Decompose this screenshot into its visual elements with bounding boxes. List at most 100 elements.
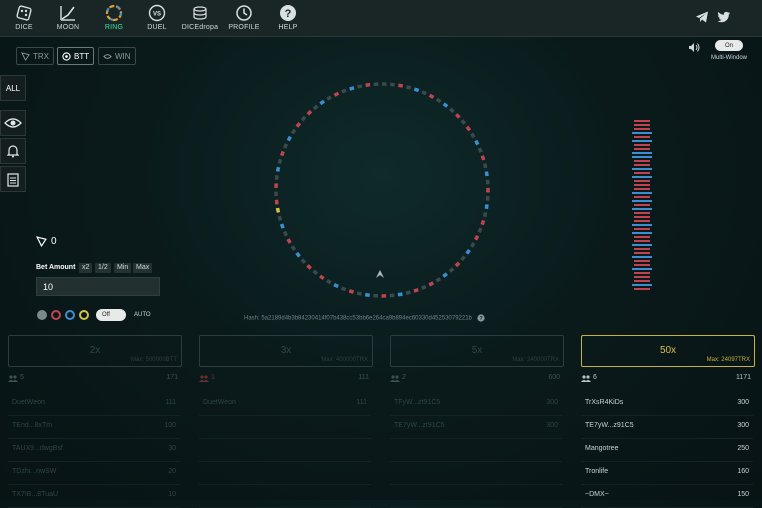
- player-name: TEnd...8xTm: [12, 422, 52, 429]
- ring-segment: [366, 85, 370, 86]
- ring-segment: [279, 216, 280, 220]
- nav-dicedropa[interactable]: DICEdropa: [178, 2, 222, 34]
- auto-toggle[interactable]: Off: [96, 309, 126, 321]
- list-item: DuetWeon111: [199, 393, 371, 416]
- currency-win[interactable]: WIN: [98, 47, 136, 65]
- list-item: TFyW...zt91C5300: [390, 393, 562, 416]
- list-item: [390, 462, 562, 485]
- nav-label: MOON: [46, 24, 90, 31]
- nav-dice[interactable]: DICE: [2, 2, 46, 34]
- ring-segment: [277, 175, 278, 179]
- ring-segment: [349, 291, 353, 292]
- list-item: DuetWeon111: [8, 393, 180, 416]
- players-icon: [581, 375, 591, 382]
- history-bar: [634, 196, 650, 198]
- bet-max-button[interactable]: Max: [133, 263, 152, 273]
- telegram-icon[interactable]: [695, 10, 709, 24]
- moon-chart-icon: [59, 4, 77, 22]
- speaker-icon[interactable]: [688, 42, 700, 53]
- history-bar: [634, 260, 650, 262]
- history-bar: [634, 280, 650, 282]
- ring-segment: [327, 97, 331, 99]
- ring-segment: [456, 114, 459, 117]
- history-bar: [634, 128, 650, 130]
- ring-segment: [297, 123, 300, 127]
- auto-label: AUTO: [134, 312, 151, 318]
- color-select-gray[interactable]: [37, 310, 47, 320]
- side-tab-chat[interactable]: [0, 110, 26, 136]
- history-bar: [632, 244, 652, 246]
- color-select-gold[interactable]: [79, 310, 89, 320]
- list-item: TE7yW...z91C5300: [581, 416, 753, 439]
- history-bar: [634, 144, 650, 146]
- bet-list-50x: TrXsR4KiDs300 TE7yW...z91C5300 Mangotree…: [581, 393, 753, 508]
- history-bar: [634, 172, 650, 174]
- bet-list-2x: DuetWeon111 TEnd...8xTm 100 TAUX9...dwgBs…: [8, 393, 180, 508]
- bet-amount: 100: [164, 422, 176, 429]
- bet-min-button[interactable]: Min: [114, 263, 131, 273]
- ring-segment: [288, 239, 290, 243]
- list-item: Tronlife160: [581, 462, 753, 485]
- bet-amount: 300: [546, 422, 558, 429]
- side-tab-rules[interactable]: [0, 166, 26, 192]
- history-bar: [634, 248, 650, 250]
- bet-double-button[interactable]: x2: [79, 263, 92, 273]
- ring-segment: [334, 285, 338, 287]
- side-tab-notifications[interactable]: [0, 138, 26, 164]
- currency-btt[interactable]: BTT: [57, 47, 94, 65]
- history-bar: [634, 288, 650, 290]
- side-tab-all[interactable]: ALL: [0, 75, 26, 101]
- bet-amount: 10: [168, 491, 176, 498]
- player-name: TAUX9...dwgBsf: [12, 445, 63, 452]
- nav-ring[interactable]: RING: [92, 2, 136, 34]
- nav-label: RING: [92, 24, 136, 31]
- list-item: [199, 485, 371, 508]
- ring-segment: [365, 295, 369, 296]
- bet-option-3x[interactable]: 3x Max: 400000TRX: [199, 335, 373, 367]
- bet-amount-input[interactable]: 10: [36, 277, 160, 296]
- history-bar: [632, 152, 652, 154]
- list-item: [199, 439, 371, 462]
- currency-label: WIN: [115, 52, 131, 61]
- bet-option-2x[interactable]: 2x Max: 500000BTT: [8, 335, 182, 367]
- nav-help[interactable]: ? HELP: [266, 2, 310, 34]
- bet-amount: 111: [165, 399, 176, 406]
- total-bet: 600: [548, 374, 560, 381]
- history-bar: [634, 204, 650, 206]
- list-item: TE7yW...zt91C5300: [390, 416, 562, 439]
- currency-label: BTT: [74, 52, 89, 61]
- ring-segment: [482, 156, 483, 160]
- balance: 0: [36, 236, 57, 247]
- ring-segment: [444, 104, 448, 107]
- ring-segment: [342, 288, 346, 290]
- help-icon: ?: [279, 4, 297, 22]
- player-name: TrXsR4KiDs: [585, 399, 623, 406]
- history-bar: [632, 268, 652, 270]
- history-bar: [632, 224, 652, 226]
- color-select-red[interactable]: [51, 310, 61, 320]
- nav-profile[interactable]: PROFILE: [222, 2, 266, 34]
- total-bet: 1171: [736, 374, 751, 381]
- nav-duel[interactable]: VS DUEL: [135, 2, 179, 34]
- ring-segment: [436, 279, 440, 281]
- multi-window-toggle[interactable]: On: [715, 40, 743, 51]
- nav-moon[interactable]: MOON: [46, 2, 90, 34]
- help-icon[interactable]: ?: [477, 314, 485, 322]
- max-bet: Max: 400000TRX: [321, 357, 368, 363]
- nav-label: HELP: [266, 24, 310, 31]
- color-select-blue[interactable]: [65, 310, 75, 320]
- list-item: TX7IB...8TuaU10: [8, 485, 180, 508]
- multiplier: 50x: [582, 345, 754, 356]
- bet-amount: 150: [737, 491, 749, 498]
- currency-trx[interactable]: TRX: [16, 47, 54, 65]
- bet-option-50x[interactable]: 50x Max: 24097TRX: [581, 335, 755, 367]
- nav-label: DICEdropa: [178, 24, 222, 31]
- ring-segment: [276, 200, 277, 205]
- bet-half-button[interactable]: 1/2: [95, 263, 111, 273]
- max-bet: Max: 500000BTT: [131, 357, 177, 363]
- bet-option-5x[interactable]: 5x Max: 240000TRX: [390, 335, 564, 367]
- twitter-icon[interactable]: [717, 10, 731, 24]
- ring-segment: [486, 204, 487, 208]
- ring-segment: [302, 259, 305, 262]
- multiplier: 5x: [391, 345, 563, 356]
